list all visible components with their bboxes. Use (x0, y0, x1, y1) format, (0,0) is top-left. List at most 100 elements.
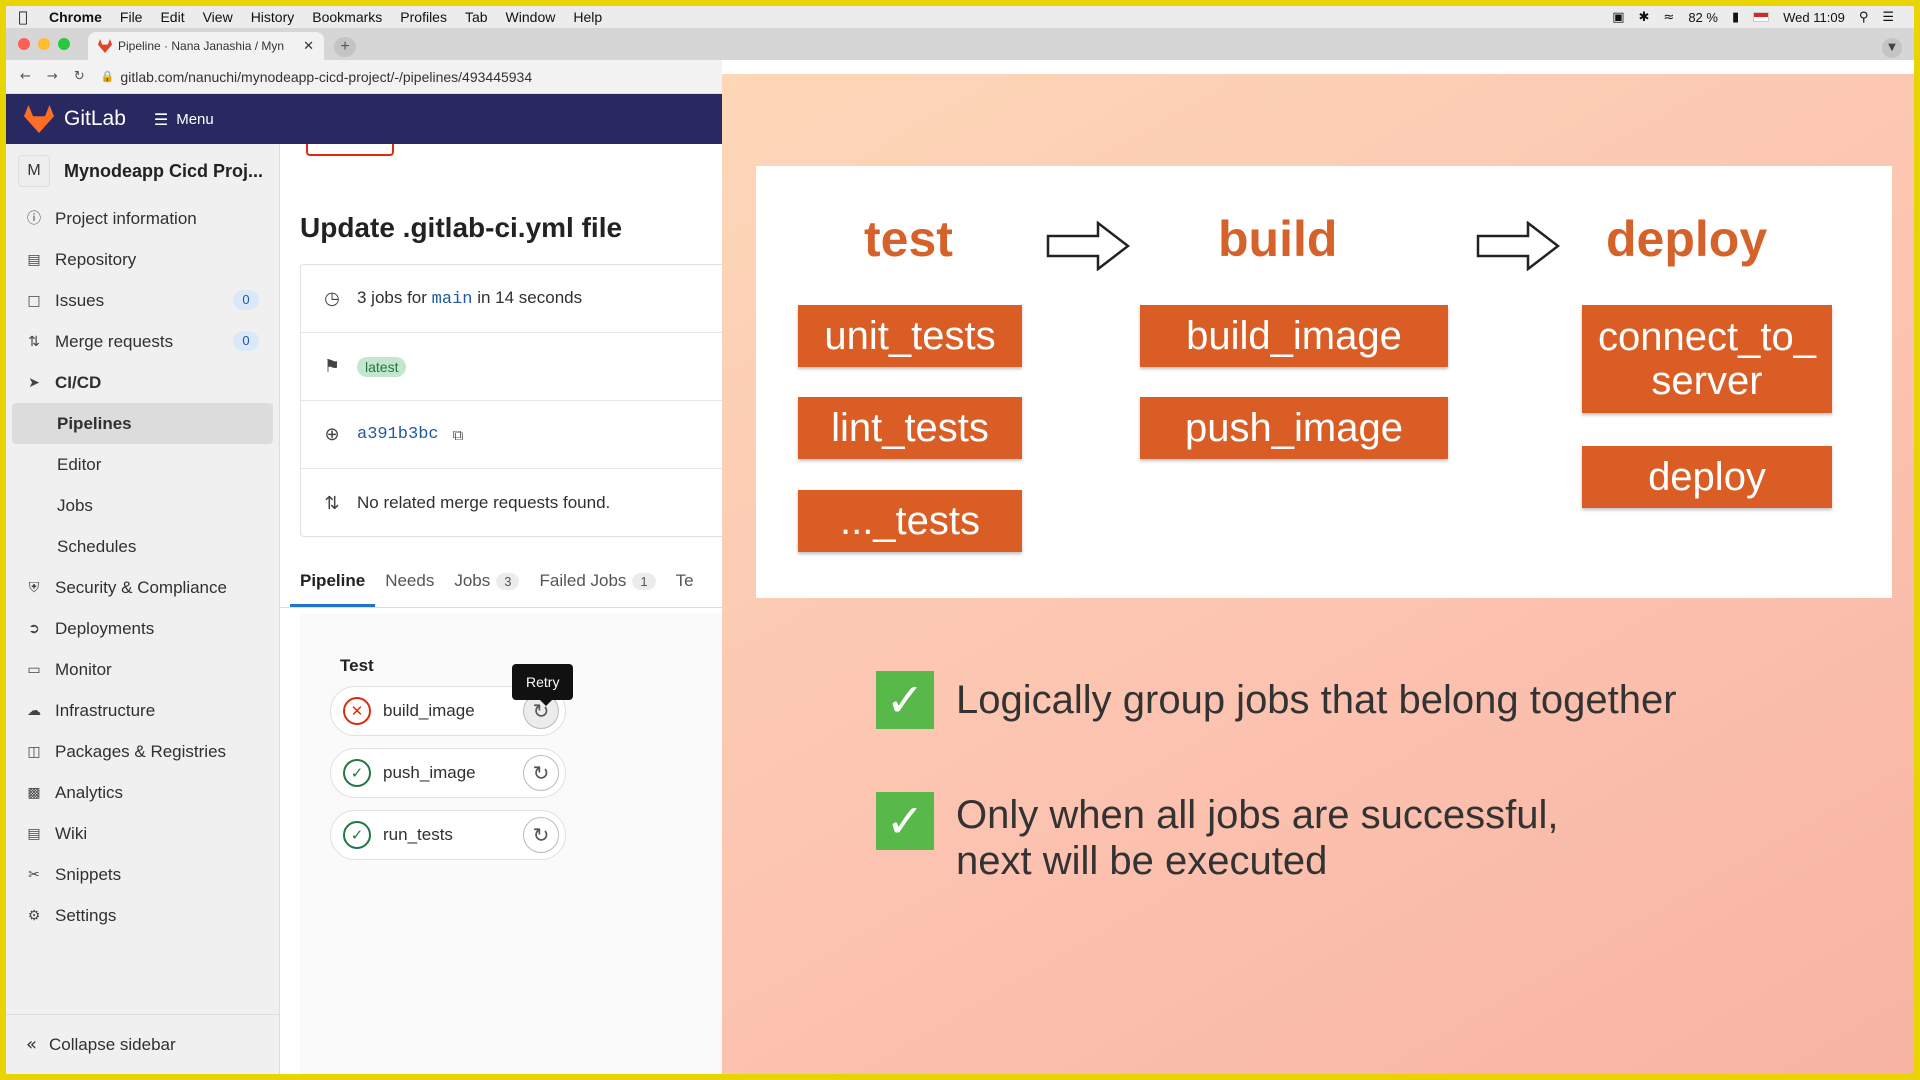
tab-tests[interactable]: Te (666, 571, 704, 607)
menu-profiles[interactable]: Profiles (391, 9, 456, 25)
bullet-text: Logically group jobs that belong togethe… (956, 678, 1677, 722)
arrow-right-icon (1046, 221, 1130, 271)
job-run-tests[interactable]: ✓ run_tests ↻ (330, 810, 566, 860)
wiki-icon: ▤ (27, 825, 41, 842)
stage-heading-deploy: deploy (1606, 211, 1768, 267)
sidebar-item-editor[interactable]: Editor (6, 444, 279, 485)
sidebar-item-analytics[interactable]: ▩ Analytics (6, 772, 279, 813)
menu-window[interactable]: Window (497, 9, 565, 25)
menu-edit[interactable]: Edit (151, 9, 193, 25)
chart-icon: ▩ (27, 784, 41, 801)
tag-row: ⚑ latest (301, 333, 722, 401)
deployments-icon: ➲ (28, 620, 40, 637)
input-source-flag-icon[interactable] (1753, 12, 1770, 22)
bullet-point: ✓ Only when all jobs are successful, nex… (876, 792, 1559, 884)
url-field[interactable]: gitlab.com/nanuchi/mynodeapp-cicd-projec… (120, 69, 532, 85)
sidebar-item-monitor[interactable]: ▭ Monitor (6, 649, 279, 690)
menu-button-label: Menu (176, 110, 214, 128)
copy-icon[interactable]: ⧉ (453, 426, 464, 444)
flag-icon: ⚑ (323, 356, 341, 377)
sidebar-item-label: Issues (55, 290, 105, 310)
gear-icon: ⚙ (27, 907, 41, 924)
info-icon: ⓘ (27, 210, 41, 227)
branch-link[interactable]: main (432, 290, 473, 309)
retry-icon[interactable]: ↻ (523, 817, 559, 853)
gitlab-wordmark[interactable]: GitLab (64, 107, 126, 131)
jobs-summary-row: ◷ 3 jobs for main in 14 seconds (301, 265, 722, 333)
apple-icon[interactable]:  (6, 8, 40, 26)
tab-count-badge: 1 (632, 572, 656, 590)
package-icon: ◫ (27, 743, 41, 760)
tab-search-icon[interactable]: ▼ (1882, 38, 1902, 58)
spotlight-search-icon[interactable]: ⚲ (1859, 10, 1869, 25)
control-center-icon[interactable]: ☰ (1882, 10, 1894, 25)
merge-request-text: No related merge requests found. (357, 493, 611, 512)
pipeline-graph: Test ✕ build_image ↻ ✓ push_image ↻ ✓ ru… (300, 614, 722, 1074)
menu-bookmarks[interactable]: Bookmarks (303, 9, 391, 25)
screen-record-icon[interactable]: ▣ (1612, 10, 1624, 25)
clock-icon: ◷ (324, 288, 340, 309)
tab-jobs[interactable]: Jobs 3 (444, 571, 529, 607)
minimize-window-icon[interactable] (38, 38, 50, 50)
sidebar-item-project-information[interactable]: ⓘ Project information (6, 198, 279, 239)
gitlab-logo-icon[interactable] (24, 105, 54, 133)
pipeline-info-box: ◷ 3 jobs for main in 14 seconds ⚑ latest… (300, 264, 722, 537)
sidebar-item-pipelines[interactable]: Pipelines (12, 403, 273, 444)
sidebar-item-packages-registries[interactable]: ◫ Packages & Registries (6, 731, 279, 772)
tab-label: Jobs (454, 571, 491, 590)
collapse-sidebar-button[interactable]: « Collapse sidebar (6, 1014, 280, 1074)
clock[interactable]: Wed 11:09 (1783, 10, 1845, 25)
sidebar-item-issues[interactable]: □ Issues 0 (6, 280, 279, 321)
sidebar-item-security-compliance[interactable]: ⛨ Security & Compliance (6, 567, 279, 608)
monitor-icon: ▭ (27, 661, 41, 678)
sidebar-item-wiki[interactable]: ▤ Wiki (6, 813, 279, 854)
retry-icon[interactable]: ↻ (523, 755, 559, 791)
checkmark-icon: ✓ (876, 792, 934, 850)
commit-sha-link[interactable]: a391b3bc (357, 425, 439, 444)
wifi-icon[interactable]: ≈ (1663, 10, 1674, 25)
job-push-image[interactable]: ✓ push_image ↻ (330, 748, 566, 798)
status-badge (306, 144, 394, 156)
lock-icon[interactable]: 🔒 (101, 70, 115, 83)
tab-failed-jobs[interactable]: Failed Jobs 1 (529, 571, 665, 607)
browser-tab[interactable]: Pipeline · Nana Janashia / Myn ✕ (88, 32, 324, 60)
menu-file[interactable]: File (111, 9, 152, 25)
maximize-window-icon[interactable] (58, 38, 70, 50)
battery-icon[interactable]: ▮ (1732, 10, 1739, 25)
sidebar-item-snippets[interactable]: ✂ Snippets (6, 854, 279, 895)
sidebar-item-cicd[interactable]: ➤ CI/CD (6, 362, 279, 403)
tab-label: Failed Jobs (539, 571, 627, 590)
back-icon[interactable]: ← (20, 69, 31, 84)
menu-button[interactable]: ☰ Menu (154, 110, 214, 129)
close-window-icon[interactable] (18, 38, 30, 50)
close-tab-icon[interactable]: ✕ (303, 39, 314, 54)
menu-help[interactable]: Help (564, 9, 611, 25)
pipeline-main: Update .gitlab-ci.yml file ◷ 3 jobs for … (280, 144, 722, 1074)
new-tab-button[interactable]: + (334, 37, 356, 57)
menu-history[interactable]: History (242, 9, 304, 25)
stage-heading-build: build (1218, 211, 1338, 267)
sidebar-item-jobs[interactable]: Jobs (6, 485, 279, 526)
merge-request-icon: ⇅ (28, 333, 40, 350)
screen-frame:  Chrome File Edit View History Bookmark… (6, 6, 1914, 1074)
reload-icon[interactable]: ↻ (74, 69, 85, 84)
menu-app-name[interactable]: Chrome (40, 9, 111, 25)
sidebar-item-deployments[interactable]: ➲ Deployments (6, 608, 279, 649)
forward-icon[interactable]: → (47, 69, 58, 84)
project-sidebar: M Mynodeapp Cicd Proj... ⓘ Project infor… (6, 144, 280, 1074)
menu-tab[interactable]: Tab (456, 9, 497, 25)
sidebar-item-label: Infrastructure (55, 700, 156, 720)
sidebar-item-infrastructure[interactable]: ☁ Infrastructure (6, 690, 279, 731)
project-header[interactable]: M Mynodeapp Cicd Proj... (6, 144, 279, 198)
sidebar-item-schedules[interactable]: Schedules (6, 526, 279, 567)
tab-pipeline[interactable]: Pipeline (290, 571, 376, 607)
sidebar-item-repository[interactable]: ▤ Repository (6, 239, 279, 280)
sidebar-item-settings[interactable]: ⚙ Settings (6, 895, 279, 936)
sidebar-item-label: Project information (55, 208, 197, 228)
menu-view[interactable]: View (194, 9, 242, 25)
bluetooth-icon[interactable]: ✱ (1639, 10, 1650, 25)
sidebar-item-merge-requests[interactable]: ⇅ Merge requests 0 (6, 321, 279, 362)
tab-needs[interactable]: Needs (375, 571, 444, 607)
slide-overlay: test build deploy unit_tests lint_tests … (722, 74, 1914, 1074)
bullet-text: Only when all jobs are successful, next … (956, 793, 1559, 883)
